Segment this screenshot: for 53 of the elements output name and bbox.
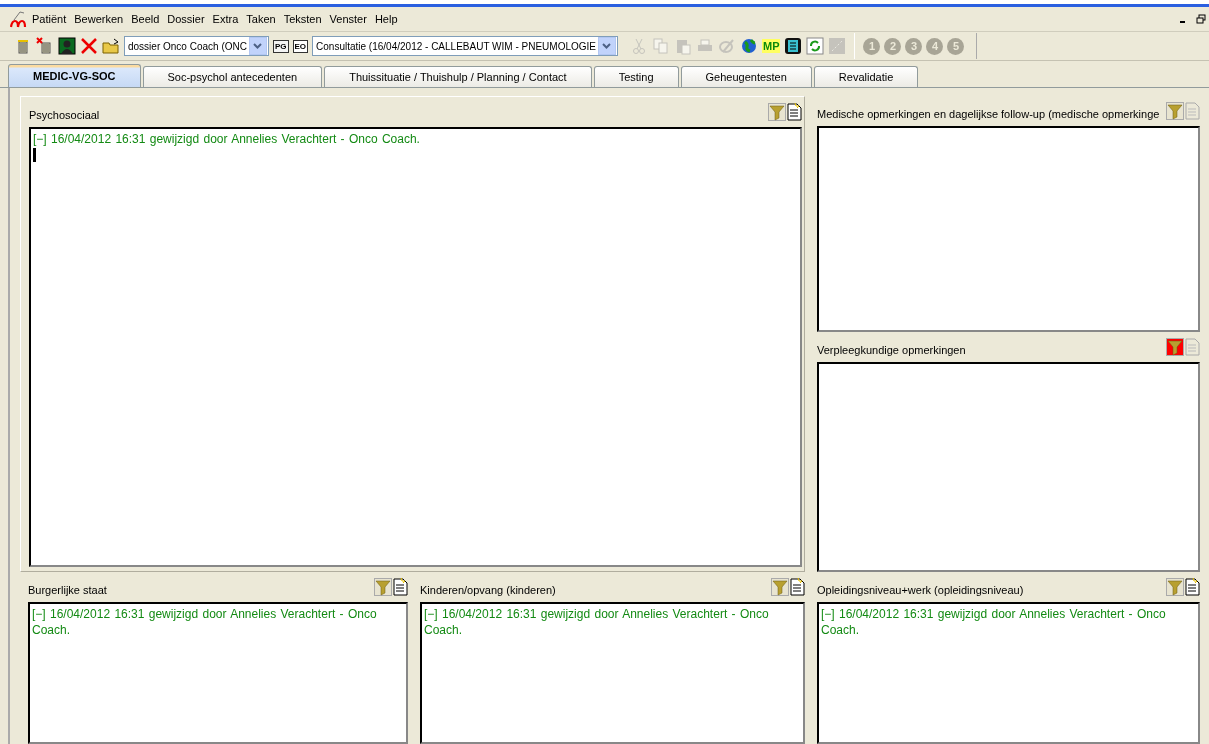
mp-icon[interactable]: MP [762, 39, 781, 53]
menu-item[interactable]: Venster [325, 13, 371, 25]
log-entry: [−] 16/04/2012 16:31 gewijzigd door Annelies Verachtert - Onco Coach. [33, 132, 420, 146]
folder-icon[interactable] [102, 37, 120, 55]
text-area[interactable]: [−] 16/04/2012 16:31 gewijzigd door Annelies Verachtert - Onco Coach. [29, 127, 802, 567]
text-area[interactable]: [−] 16/04/2012 16:31 gewijzigd door Annelies Verachtert - Onco Coach. [817, 602, 1200, 744]
panel-title: Verpleegkundige opmerkingen [817, 343, 967, 356]
panel-title: Kinderen/opvang (kinderen) [420, 583, 557, 596]
refresh-icon[interactable] [806, 37, 825, 55]
log-entry: [−] 16/04/2012 16:31 gewijzigd door Annelies Verachtert - Onco Coach. [32, 607, 377, 637]
note-icon[interactable] [786, 103, 802, 121]
tab[interactable]: Thuissituatie / Thuishulp / Planning / Contact [324, 66, 592, 87]
menu-item[interactable]: Help [370, 13, 402, 25]
panel-title: Medische opmerkingen en dagelijkse follow-up (medische opmerkinge [817, 107, 1161, 120]
tab[interactable]: Revalidatie [813, 66, 919, 87]
text-area[interactable]: [−] 16/04/2012 16:31 gewijzigd door Annelies Verachtert - Onco Coach. [420, 602, 805, 744]
portrait-icon[interactable] [58, 37, 76, 55]
note-icon[interactable] [392, 578, 408, 596]
note-icon[interactable] [789, 578, 805, 596]
app-logo-icon [10, 10, 28, 28]
menu-item[interactable]: Patiënt [28, 13, 71, 25]
document-icon[interactable] [784, 37, 803, 55]
panel-title: Psychosociaal [29, 108, 101, 121]
log-entry: [−] 16/04/2012 16:31 gewijzigd door Annelies Verachtert - Onco Coach. [821, 607, 1166, 637]
form-icon[interactable]: PG [272, 39, 289, 53]
panel-title: Opleidingsniveau+werk (opleidingsniveau) [817, 583, 1025, 596]
filter-icon[interactable] [1166, 102, 1184, 120]
filter-icon[interactable] [1166, 338, 1184, 356]
menu-item[interactable]: Bewerken [70, 13, 128, 25]
log-entry: [−] 16/04/2012 16:31 gewijzigd door Annelies Verachtert - Onco Coach. [424, 607, 769, 637]
delete-icon[interactable] [80, 37, 98, 55]
menu-item[interactable]: Taken [242, 13, 280, 25]
panel-title: Burgerlijke staat [28, 583, 108, 596]
text-area[interactable] [817, 362, 1200, 572]
tab[interactable]: Soc-psychol antecedenten [142, 66, 323, 87]
text-area[interactable]: [−] 16/04/2012 16:31 gewijzigd door Annelies Verachtert - Onco Coach. [28, 602, 408, 744]
tab[interactable]: MEDIC-VG-SOC [8, 64, 141, 87]
chevron-icon[interactable] [248, 37, 267, 55]
menu-item[interactable]: Dossier [163, 13, 209, 25]
form-icon[interactable]: EO [292, 39, 309, 53]
dossier-dropdown[interactable]: dossier Onco Coach (ONC [124, 36, 269, 56]
delete-bin-icon[interactable] [36, 37, 54, 55]
menu-item[interactable]: Beeld [127, 13, 164, 25]
menu-item[interactable]: Teksten [279, 13, 326, 25]
globe-icon[interactable] [740, 37, 758, 55]
restore-icon[interactable] [1196, 14, 1206, 24]
tab[interactable]: Testing [593, 66, 679, 87]
menu-item[interactable]: Extra [208, 13, 243, 25]
chevron-icon[interactable] [598, 37, 616, 55]
tab[interactable]: Geheugentesten [680, 66, 812, 87]
note-icon[interactable] [1184, 578, 1200, 596]
text-area[interactable] [817, 126, 1200, 332]
consultation-dropdown[interactable]: Consultatie (16/04/2012 - CALLEBAUT WIM - PNEUMOLOGIE [312, 36, 618, 56]
